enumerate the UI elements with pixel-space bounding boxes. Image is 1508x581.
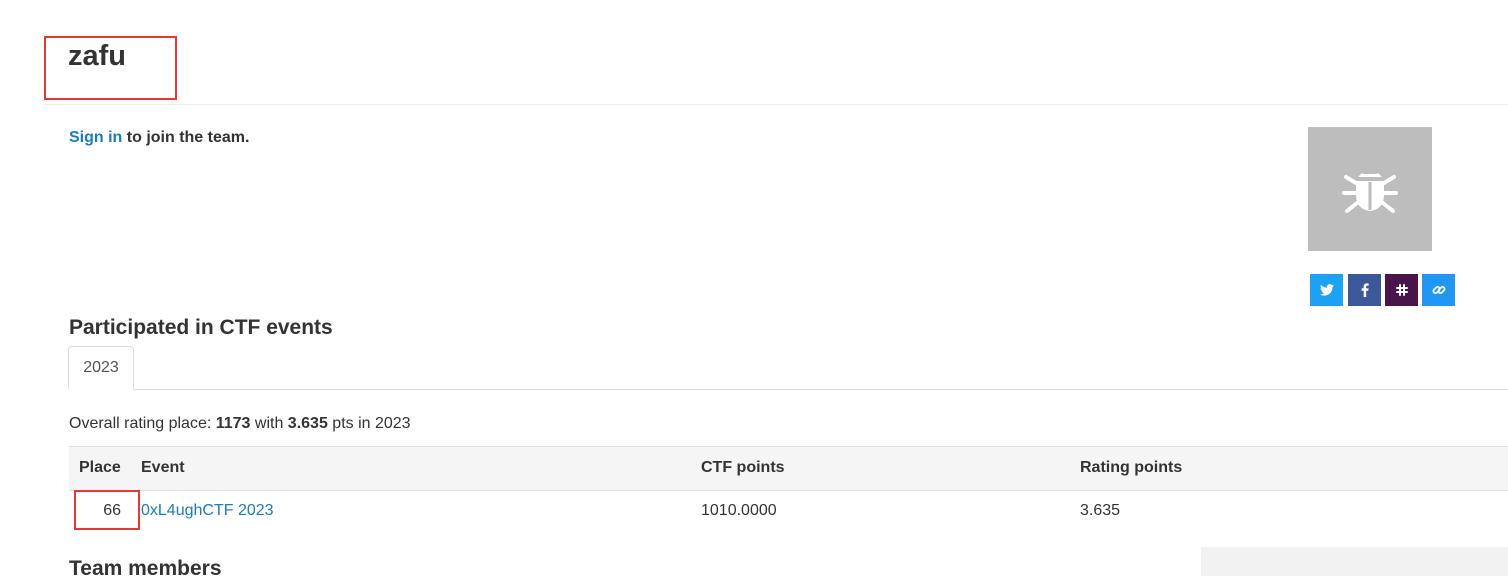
header-rating-points: Rating points xyxy=(1080,459,1183,476)
row-rating-points: 3.635 xyxy=(1080,502,1121,519)
bug-icon xyxy=(1342,170,1398,213)
header-divider xyxy=(44,104,1508,105)
share-link-button[interactable] xyxy=(1422,274,1455,306)
facebook-icon xyxy=(1361,283,1369,297)
signin-link[interactable]: Sign in xyxy=(69,129,122,146)
table-header: Place Event CTF points Rating points xyxy=(69,446,1508,491)
share-twitter-button[interactable] xyxy=(1310,274,1343,306)
team-avatar xyxy=(1308,127,1432,251)
share-slack-button[interactable] xyxy=(1385,274,1418,306)
summary-place: 1173 xyxy=(215,415,251,432)
members-section-title: Team members xyxy=(69,557,222,580)
summary-points: 3.635 xyxy=(287,415,328,432)
place-highlight-box xyxy=(74,490,140,530)
twitter-icon xyxy=(1319,284,1334,296)
summary-prefix: Overall rating place: xyxy=(69,415,216,432)
row-ctf-points: 1010.0000 xyxy=(701,502,777,519)
slack-icon xyxy=(1395,284,1408,296)
events-section-title: Participated in CTF events xyxy=(69,316,333,339)
title-highlight-box xyxy=(44,36,177,100)
signin-rest-text: to join the team. xyxy=(122,129,250,146)
link-icon xyxy=(1432,286,1445,294)
header-ctf-points: CTF points xyxy=(701,459,785,476)
tabs-divider xyxy=(134,389,1508,390)
header-place: Place xyxy=(79,459,121,476)
row-event: 0xL4ughCTF 2023 xyxy=(141,502,274,520)
header-event: Event xyxy=(141,459,185,476)
side-panel xyxy=(1201,547,1508,576)
signin-message: Sign in to join the team. xyxy=(69,129,249,147)
summary-mid: with xyxy=(250,415,288,432)
summary-suffix: pts in 2023 xyxy=(327,415,411,432)
rating-summary: Overall rating place: 1173 with 3.635 pt… xyxy=(69,415,411,433)
share-facebook-button[interactable] xyxy=(1348,274,1381,306)
tab-2023[interactable]: 2023 xyxy=(68,346,134,390)
event-link[interactable]: 0xL4ughCTF 2023 xyxy=(141,502,274,519)
